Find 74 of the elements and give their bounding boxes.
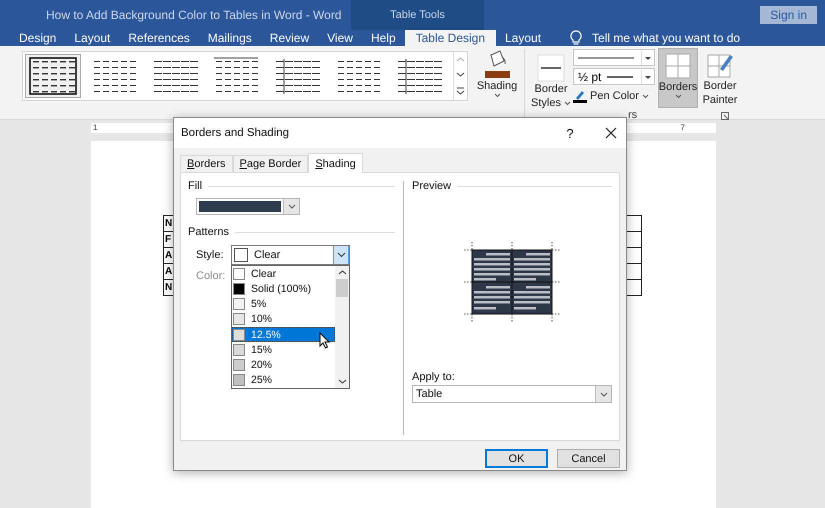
table-cell-text: N bbox=[164, 217, 174, 231]
list-option[interactable]: 12.5% bbox=[232, 327, 335, 342]
list-option[interactable]: 15% bbox=[232, 342, 335, 358]
fill-color-dropdown[interactable] bbox=[196, 198, 300, 215]
ribbon-tab[interactable]: Help bbox=[362, 30, 405, 46]
pen-icon bbox=[573, 89, 587, 103]
apply-to-dropdown[interactable]: Table bbox=[412, 385, 612, 403]
style-dropdown[interactable]: Clear bbox=[231, 245, 350, 265]
table-cell-text: F bbox=[164, 233, 172, 247]
window-title: How to Add Background Color to Tables in Word - Word bbox=[45, 7, 342, 24]
more-styles-icon[interactable] bbox=[456, 86, 465, 96]
context-tab-group: Table Tools bbox=[351, 0, 484, 30]
ruler-number: 1 bbox=[93, 123, 98, 133]
group-label: rs bbox=[628, 109, 638, 121]
list-option[interactable]: 25% bbox=[232, 372, 335, 388]
caret-icon bbox=[641, 50, 654, 64]
caret-icon bbox=[336, 252, 346, 258]
scroll-up-icon[interactable] bbox=[338, 269, 346, 276]
pen-color-button[interactable]: Pen Color bbox=[573, 87, 655, 105]
dialog-tab[interactable]: Borders bbox=[180, 155, 233, 172]
cancel-button[interactable]: Cancel bbox=[557, 449, 620, 468]
help-button[interactable]: ? bbox=[560, 126, 580, 140]
border-styles-button[interactable]: Border Styles bbox=[529, 54, 573, 110]
section-label: Preview bbox=[412, 180, 452, 192]
caret-icon bbox=[642, 94, 649, 98]
caret-icon bbox=[600, 392, 608, 396]
list-option[interactable]: 20% bbox=[232, 358, 335, 373]
border-painter-button[interactable]: Border Painter bbox=[700, 51, 740, 107]
ribbon-tab[interactable]: Mailings bbox=[198, 30, 261, 46]
line-weight-dropdown[interactable]: ½ pt bbox=[573, 68, 655, 85]
scrollbar-thumb[interactable] bbox=[336, 279, 348, 297]
dialog-tab[interactable]: Shading bbox=[308, 153, 363, 173]
ok-button[interactable]: OK bbox=[485, 449, 548, 468]
ribbon-tab[interactable]: Layout bbox=[65, 30, 120, 46]
close-icon bbox=[605, 127, 617, 139]
list-option[interactable]: Clear bbox=[232, 266, 335, 282]
dialog-launcher-icon[interactable] bbox=[721, 112, 729, 120]
caret-icon bbox=[288, 204, 296, 209]
line-style-icon bbox=[537, 54, 565, 82]
ribbon-tab[interactable]: View bbox=[318, 30, 362, 46]
table-cell-text: N bbox=[164, 281, 174, 295]
caret-icon bbox=[564, 101, 571, 106]
table-cell-text: A bbox=[164, 249, 174, 263]
caret-icon bbox=[674, 94, 682, 99]
ribbon-tab[interactable]: References bbox=[119, 30, 199, 46]
borders-icon bbox=[664, 52, 692, 80]
field-label: Apply to: bbox=[412, 371, 455, 383]
list-option[interactable]: Solid (100%) bbox=[232, 281, 335, 296]
borders-button[interactable]: Borders bbox=[658, 48, 698, 108]
table-cell-text: A bbox=[164, 265, 174, 279]
field-label: Color: bbox=[196, 270, 226, 282]
caret-icon bbox=[494, 93, 500, 98]
scroll-down-icon[interactable] bbox=[456, 71, 465, 78]
dialog-tab[interactable]: Page Border bbox=[232, 155, 308, 172]
section-label: Patterns bbox=[188, 226, 229, 238]
line-style-dropdown[interactable] bbox=[573, 49, 655, 66]
ribbon-tab[interactable]: Review bbox=[260, 30, 318, 46]
ribbon-tab[interactable]: Table Design bbox=[404, 30, 496, 46]
scroll-down-icon[interactable] bbox=[338, 378, 346, 385]
list-option[interactable]: 10% bbox=[232, 312, 335, 327]
mouse-cursor-icon bbox=[319, 332, 330, 349]
sign-in-button[interactable]: Sign in bbox=[760, 6, 817, 24]
list-option[interactable]: 5% bbox=[232, 296, 335, 312]
section-label: Fill bbox=[188, 180, 202, 192]
field-label: Style: bbox=[196, 249, 225, 261]
caret-icon bbox=[641, 70, 654, 84]
tell-me-search[interactable]: Tell me what you want to do bbox=[592, 31, 740, 45]
shading-button[interactable]: Shading bbox=[474, 49, 520, 98]
ribbon-tab[interactable]: Design bbox=[10, 30, 66, 46]
table-style-thumbnail[interactable] bbox=[25, 54, 81, 98]
paint-bucket-icon bbox=[482, 49, 512, 79]
ruler-number: 7 bbox=[680, 123, 685, 133]
dialog-title: Borders and Shading bbox=[181, 127, 290, 139]
ribbon-tab[interactable]: Layout bbox=[496, 30, 550, 46]
